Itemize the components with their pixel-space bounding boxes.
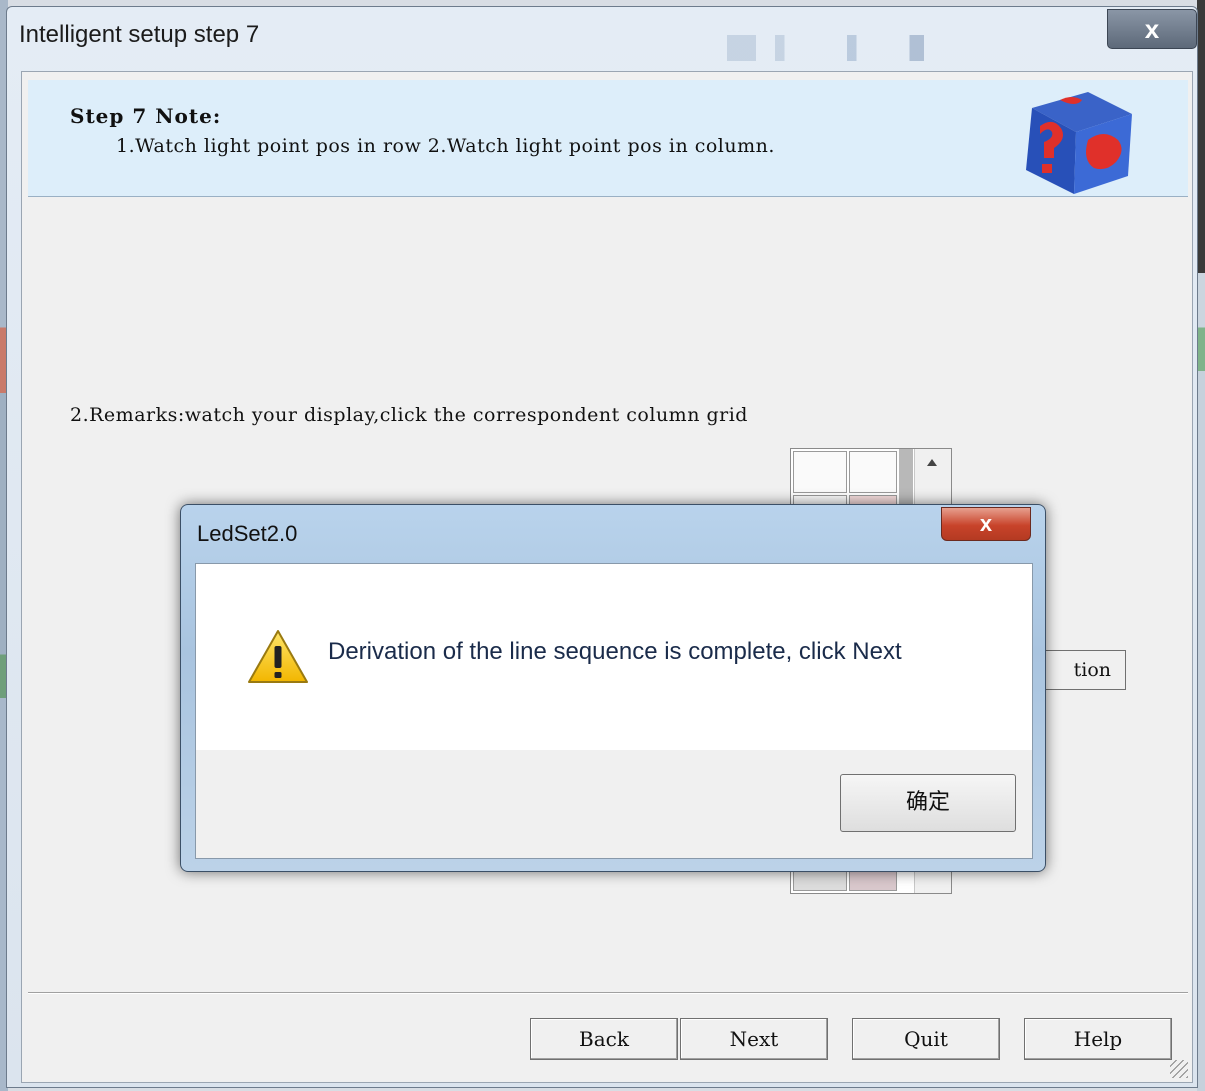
dialog-title: LedSet2.0 bbox=[197, 521, 298, 546]
dialog-message: Derivation of the line sequence is compl… bbox=[328, 638, 902, 665]
step-title: Step 7 Note: bbox=[70, 104, 222, 128]
grid-cell[interactable] bbox=[793, 869, 847, 891]
scroll-up-arrow-icon[interactable] bbox=[927, 459, 937, 466]
step-description: 1.Watch light point pos in row 2.Watch l… bbox=[116, 135, 775, 157]
back-button[interactable]: Back bbox=[530, 1018, 678, 1060]
led-cube-icon bbox=[1026, 92, 1132, 194]
window-title: Intelligent setup step 7 bbox=[19, 21, 260, 48]
dialog-message-area: Derivation of the line sequence is compl… bbox=[196, 564, 1032, 750]
dialog-body: Derivation of the line sequence is compl… bbox=[195, 563, 1033, 859]
scrollbar-thumb[interactable] bbox=[899, 449, 913, 509]
next-button[interactable]: Next bbox=[680, 1018, 828, 1060]
message-dialog: LedSet2.0 x Derivation of the line seque… bbox=[180, 504, 1046, 872]
grid-cell[interactable] bbox=[849, 869, 897, 891]
grid-cell[interactable] bbox=[849, 451, 897, 493]
window-close-button[interactable]: x bbox=[1107, 9, 1197, 49]
resize-grip-icon[interactable] bbox=[1170, 1060, 1188, 1078]
step-header: Step 7 Note: 1.Watch light point pos in … bbox=[28, 80, 1188, 197]
dialog-close-button[interactable]: x bbox=[941, 507, 1031, 541]
remarks-text: 2.Remarks:watch your display,click the c… bbox=[70, 404, 748, 426]
warning-icon bbox=[248, 630, 308, 683]
desktop-background-right bbox=[1197, 0, 1205, 1091]
ok-button[interactable]: 确定 bbox=[840, 774, 1016, 832]
footer-separator bbox=[28, 992, 1188, 994]
help-button[interactable]: Help bbox=[1024, 1018, 1172, 1060]
grid-cell[interactable] bbox=[793, 451, 847, 493]
titlebar-decoration bbox=[727, 35, 967, 61]
quit-button[interactable]: Quit bbox=[852, 1018, 1000, 1060]
